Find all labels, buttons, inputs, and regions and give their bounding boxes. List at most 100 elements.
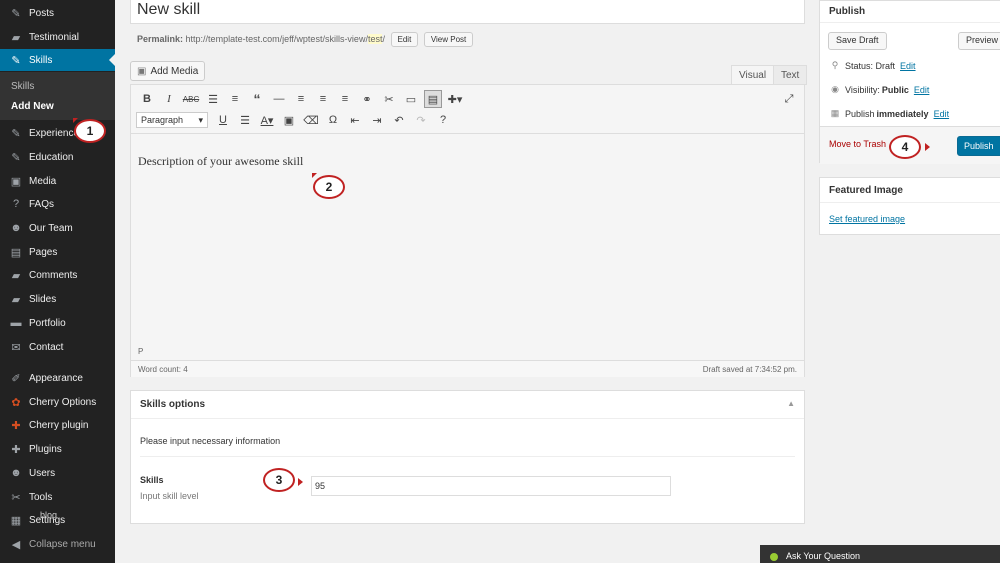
featured-image-box: Featured Image Set featured image [819, 177, 1000, 235]
horizontal-line-icon[interactable]: — [268, 89, 290, 109]
callout-4-pointer [925, 143, 930, 151]
callout-1-pointer [73, 118, 78, 123]
brush-icon: ✐ [11, 372, 21, 385]
featured-image-header: Featured Image [820, 178, 1000, 203]
plugin-icon: ✚ [11, 443, 21, 456]
media-icon: ▣ [10, 175, 22, 188]
special-character-icon[interactable]: Ω [322, 110, 344, 130]
editor-content-text: Description of your awesome skill [138, 154, 304, 168]
unlink-icon[interactable]: ✂ [378, 89, 400, 109]
menu-plugins[interactable]: ✚ Plugins [0, 438, 115, 460]
toolbar-toggle-icon[interactable]: ▤ [424, 90, 442, 108]
menu-collapse[interactable]: ◀ Collapse menu [0, 533, 115, 555]
status-row: ⚲ Status: Draft Edit [831, 60, 916, 71]
publish-header: Publish [820, 1, 1000, 23]
save-draft-button[interactable]: Save Draft [828, 32, 887, 50]
shortcodes-icon[interactable]: ✚▾ [444, 89, 466, 109]
speech-bubble-icon: ▰ [11, 31, 21, 44]
collapse-arrow-icon[interactable]: ▲ [787, 399, 795, 410]
justify-icon[interactable]: ☰ [234, 110, 256, 130]
permalink-base: http://template-test.com/jeff/wptest/ski… [185, 33, 368, 44]
permalink-slug: test [367, 33, 383, 44]
editor-path: P [138, 347, 144, 356]
menu-education[interactable]: ✎ Education [0, 146, 115, 168]
callout-3: 3 [263, 468, 295, 492]
format-select[interactable]: Paragraph ▾ [136, 112, 208, 128]
menu-our-team[interactable]: ☻ Our Team [0, 217, 115, 239]
menu-testimonial[interactable]: ▰ Testimonial [0, 26, 115, 48]
underline-icon[interactable]: U [212, 110, 234, 130]
add-media-button[interactable]: ▣ Add Media [130, 61, 206, 81]
menu-cherry-plugin[interactable]: ✚ Cherry plugin [0, 414, 115, 436]
outdent-icon[interactable]: ⇤ [344, 110, 366, 130]
skills-options-header[interactable]: Skills options ▲ [131, 391, 804, 419]
pin-icon: ✎ [11, 7, 21, 20]
menu-users[interactable]: ☻ Users [0, 462, 115, 484]
clear-formatting-icon[interactable]: ⌫ [300, 110, 322, 130]
question-popup[interactable]: Ask Your Question [760, 545, 1000, 563]
menu-settings[interactable]: ▦ Settings blog [0, 509, 115, 531]
schedule-edit-link[interactable]: Edit [934, 109, 950, 119]
status-dot-icon [770, 552, 778, 561]
align-center-icon[interactable]: ≡ [312, 89, 334, 109]
plugin-icon: ✚ [11, 419, 21, 432]
blockquote-icon[interactable]: “ [246, 89, 268, 109]
pin-icon: ✎ [11, 54, 21, 67]
numbered-list-icon[interactable]: ≡ [224, 89, 246, 109]
fullscreen-icon[interactable]: ⤢ [778, 89, 800, 109]
italic-icon[interactable]: I [158, 89, 180, 109]
calendar-icon: ▦ [830, 108, 840, 118]
bold-icon[interactable]: B [136, 89, 158, 109]
align-left-icon[interactable]: ≡ [290, 89, 312, 109]
menu-skills[interactable]: ✎ Skills [0, 49, 115, 71]
move-to-trash-link[interactable]: Move to Trash [829, 139, 886, 149]
read-more-icon[interactable]: ▭ [400, 89, 422, 109]
set-featured-image-link[interactable]: Set featured image [829, 214, 905, 224]
blog-overlap-label: blog [40, 510, 58, 520]
submenu-add-new[interactable]: Add New [11, 101, 54, 112]
menu-slides[interactable]: ▰ Slides [0, 288, 115, 310]
indent-icon[interactable]: ⇥ [366, 110, 388, 130]
chevron-down-icon: ▾ [198, 114, 203, 125]
menu-pages[interactable]: ▤ Pages [0, 241, 115, 263]
pages-icon: ▤ [10, 246, 22, 259]
submenu-skills[interactable]: Skills [11, 81, 34, 92]
strikethrough-icon[interactable]: ABC [180, 89, 202, 109]
editor-content-area[interactable]: Description of your awesome skill [131, 133, 804, 347]
post-title-input[interactable]: New skill [130, 0, 805, 24]
status-edit-link[interactable]: Edit [900, 61, 916, 71]
menu-contact[interactable]: ✉ Contact [0, 336, 115, 358]
permalink-row: Permalink: http://template-test.com/jeff… [137, 32, 474, 47]
menu-faqs[interactable]: ? FAQs [0, 193, 115, 215]
menu-comments[interactable]: ▰ Comments [0, 264, 115, 286]
align-right-icon[interactable]: ≡ [334, 89, 356, 109]
callout-1: 1 [74, 119, 106, 143]
mail-icon: ✉ [11, 341, 21, 354]
help-icon[interactable]: ? [432, 110, 454, 130]
paste-text-icon[interactable]: ▣ [278, 110, 300, 130]
menu-tools[interactable]: ✂ Tools [0, 486, 115, 508]
permalink-edit-button[interactable]: Edit [390, 32, 419, 47]
tab-text[interactable]: Text [773, 65, 808, 85]
menu-posts[interactable]: ✎ Posts [0, 2, 115, 24]
visibility-edit-link[interactable]: Edit [914, 85, 930, 95]
link-icon[interactable]: ⚭ [356, 89, 378, 109]
preview-button[interactable]: Preview [958, 32, 1000, 50]
slides-icon: ▰ [11, 293, 21, 306]
bullet-list-icon[interactable]: ☰ [202, 89, 224, 109]
undo-icon[interactable]: ↶ [388, 110, 410, 130]
folder-icon: ▬ [10, 317, 22, 329]
view-post-button[interactable]: View Post [423, 32, 474, 47]
redo-icon[interactable]: ↷ [410, 110, 432, 130]
menu-appearance[interactable]: ✐ Appearance [0, 367, 115, 389]
menu-media[interactable]: ▣ Media [0, 170, 115, 192]
comment-icon: ▰ [11, 269, 21, 282]
text-color-icon[interactable]: A▾ [256, 110, 278, 130]
menu-cherry-options[interactable]: ✿ Cherry Options [0, 391, 115, 413]
tab-visual[interactable]: Visual [731, 65, 775, 85]
menu-portfolio[interactable]: ▬ Portfolio [0, 312, 115, 334]
skill-level-input[interactable] [311, 476, 671, 496]
skills-options-box: Skills options ▲ Please input necessary … [130, 390, 805, 524]
publish-button[interactable]: Publish [957, 136, 1000, 156]
users-icon: ☻ [10, 467, 22, 479]
